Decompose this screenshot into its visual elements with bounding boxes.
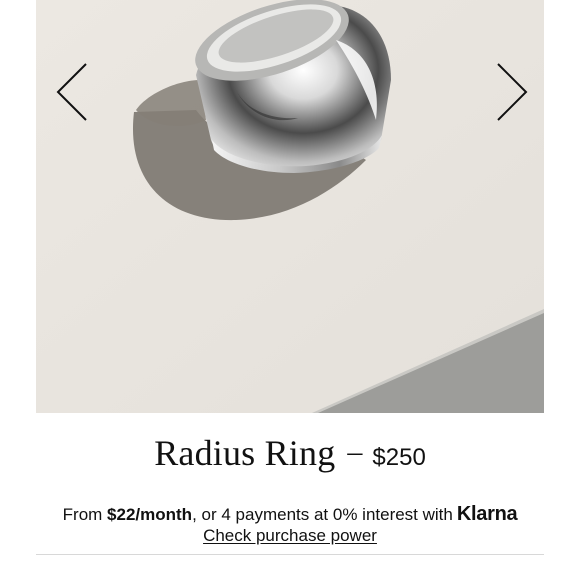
product-name: Radius Ring bbox=[154, 433, 336, 473]
divider bbox=[36, 554, 544, 555]
financing-link-row: Check purchase power bbox=[0, 526, 580, 546]
financing-terms: , or 4 payments at 0% interest with bbox=[192, 505, 453, 524]
check-purchase-power-link[interactable]: Check purchase power bbox=[203, 526, 377, 545]
product-heading: Radius Ring – $250 bbox=[0, 432, 580, 474]
title-separator: – bbox=[347, 435, 363, 468]
product-image bbox=[36, 0, 544, 413]
financing-message: From $22/month, or 4 payments at 0% inte… bbox=[0, 503, 580, 526]
chevron-right-icon bbox=[497, 63, 528, 121]
klarna-logo: Klarna bbox=[456, 503, 518, 525]
next-image-button[interactable] bbox=[490, 60, 530, 124]
chevron-left-icon bbox=[56, 63, 87, 121]
product-image-gallery[interactable] bbox=[36, 0, 544, 413]
product-price: $250 bbox=[372, 444, 426, 471]
previous-image-button[interactable] bbox=[54, 60, 94, 124]
monthly-payment: $22/month bbox=[107, 505, 193, 524]
product-page: Radius Ring – $250 From $22/month, or 4 pa… bbox=[0, 0, 580, 580]
financing-prefix: From bbox=[62, 505, 108, 524]
